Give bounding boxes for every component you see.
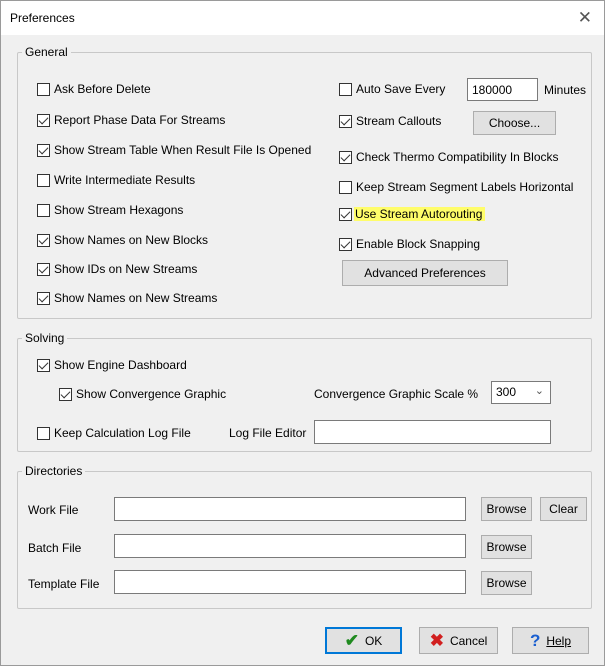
auto-save-label: Auto Save Every (356, 82, 446, 96)
keep-labels-horizontal-box[interactable] (339, 180, 352, 194)
auto-save-unit: Minutes (544, 83, 587, 97)
general-left-checkbox[interactable]: Ask Before Delete (37, 80, 151, 98)
checkbox-box[interactable] (37, 173, 50, 187)
keep-log-label: Keep Calculation Log File (54, 426, 191, 440)
check-thermo-box[interactable] (339, 150, 352, 164)
log-file-editor-input[interactable] (314, 420, 551, 444)
template-file-input[interactable] (114, 570, 466, 594)
ok-button[interactable]: ✔ OK (325, 627, 402, 654)
batch-file-input[interactable] (114, 534, 466, 558)
work-file-label: Work File (28, 503, 79, 517)
convergence-graphic-label: Show Convergence Graphic (76, 387, 227, 401)
block-snapping-checkbox[interactable]: Enable Block Snapping (339, 235, 480, 253)
keep-log-checkbox[interactable]: Keep Calculation Log File (37, 424, 191, 442)
batch-file-browse-button[interactable]: Browse (481, 535, 532, 559)
stream-callouts-box[interactable] (339, 114, 352, 128)
check-thermo-checkbox[interactable]: Check Thermo Compatibility In Blocks (339, 148, 559, 166)
directories-legend: Directories (25, 464, 83, 478)
keep-labels-horizontal-label: Keep Stream Segment Labels Horizontal (356, 180, 574, 194)
checkmark-icon: ✔ (344, 631, 359, 650)
stream-autorouting-label: Use Stream Autorouting (354, 207, 486, 221)
checkbox-box[interactable] (37, 113, 50, 127)
checkbox-box[interactable] (37, 82, 50, 96)
template-file-browse-button[interactable]: Browse (481, 571, 532, 595)
x-icon: ✖ (429, 631, 444, 650)
convergence-scale-label: Convergence Graphic Scale % (314, 387, 479, 401)
checkbox-label: Show Names on New Streams (54, 291, 218, 305)
checkbox-label: Ask Before Delete (54, 82, 151, 96)
engine-dashboard-label: Show Engine Dashboard (54, 358, 187, 372)
help-label: Help (546, 633, 572, 648)
template-file-label: Template File (28, 577, 100, 591)
convergence-graphic-checkbox[interactable]: Show Convergence Graphic (59, 385, 226, 403)
convergence-graphic-box[interactable] (59, 387, 72, 401)
window-title: Preferences (10, 11, 75, 25)
solving-legend: Solving (25, 331, 65, 345)
general-left-checkbox[interactable]: Write Intermediate Results (37, 171, 195, 189)
choose-button[interactable]: Choose... (473, 111, 556, 135)
close-icon[interactable]: ✕ (578, 8, 592, 28)
checkbox-box[interactable] (37, 233, 50, 247)
general-left-checkbox[interactable]: Show IDs on New Streams (37, 260, 197, 278)
block-snapping-label: Enable Block Snapping (356, 237, 481, 251)
chevron-down-icon: ⌄ (534, 385, 544, 397)
auto-save-box[interactable] (339, 82, 352, 96)
checkbox-label: Show Names on New Blocks (54, 233, 209, 247)
question-icon: ? (529, 631, 541, 650)
general-legend: General (25, 45, 68, 59)
cancel-button[interactable]: ✖ Cancel (419, 627, 498, 654)
checkbox-box[interactable] (37, 143, 50, 157)
checkbox-label: Write Intermediate Results (54, 173, 196, 187)
keep-labels-horizontal-checkbox[interactable]: Keep Stream Segment Labels Horizontal (339, 178, 573, 196)
preferences-dialog: Preferences ✕ General Auto Save Every Mi… (0, 0, 605, 666)
title-bar: Preferences ✕ (1, 1, 604, 35)
check-thermo-label: Check Thermo Compatibility In Blocks (356, 150, 559, 164)
checkbox-box[interactable] (37, 203, 50, 217)
convergence-scale-value: 300 (496, 385, 517, 399)
checkbox-label: Show Stream Table When Result File Is Op… (54, 143, 312, 157)
work-file-browse-button[interactable]: Browse (481, 497, 532, 521)
block-snapping-box[interactable] (339, 237, 352, 251)
general-left-checkbox[interactable]: Show Names on New Streams (37, 289, 217, 307)
general-left-checkbox[interactable]: Report Phase Data For Streams (37, 111, 225, 129)
work-file-clear-button[interactable]: Clear (540, 497, 587, 521)
convergence-scale-select[interactable]: 300 ⌄ (491, 381, 551, 404)
auto-save-checkbox[interactable]: Auto Save Every (339, 80, 445, 98)
auto-save-minutes-input[interactable] (467, 78, 538, 101)
cancel-label: Cancel (449, 633, 488, 648)
keep-log-box[interactable] (37, 426, 50, 440)
general-left-checkbox[interactable]: Show Names on New Blocks (37, 231, 208, 249)
checkbox-label: Show IDs on New Streams (54, 262, 198, 276)
stream-autorouting-box[interactable] (339, 207, 352, 221)
work-file-input[interactable] (114, 497, 466, 521)
engine-dashboard-box[interactable] (37, 358, 50, 372)
advanced-preferences-button[interactable]: Advanced Preferences (342, 260, 508, 286)
checkbox-box[interactable] (37, 291, 50, 305)
engine-dashboard-checkbox[interactable]: Show Engine Dashboard (37, 356, 187, 374)
batch-file-label: Batch File (28, 541, 82, 555)
stream-callouts-checkbox[interactable]: Stream Callouts (339, 112, 441, 130)
general-left-checkbox[interactable]: Show Stream Hexagons (37, 201, 183, 219)
stream-autorouting-checkbox[interactable]: Use Stream Autorouting (339, 205, 486, 223)
checkbox-label: Show Stream Hexagons (54, 203, 184, 217)
log-file-editor-label: Log File Editor (229, 426, 307, 440)
stream-callouts-label: Stream Callouts (356, 114, 442, 128)
checkbox-box[interactable] (37, 262, 50, 276)
general-left-checkbox[interactable]: Show Stream Table When Result File Is Op… (37, 141, 311, 159)
help-button[interactable]: ? Help (512, 627, 589, 654)
ok-label: OK (364, 633, 383, 648)
checkbox-label: Report Phase Data For Streams (54, 113, 226, 127)
